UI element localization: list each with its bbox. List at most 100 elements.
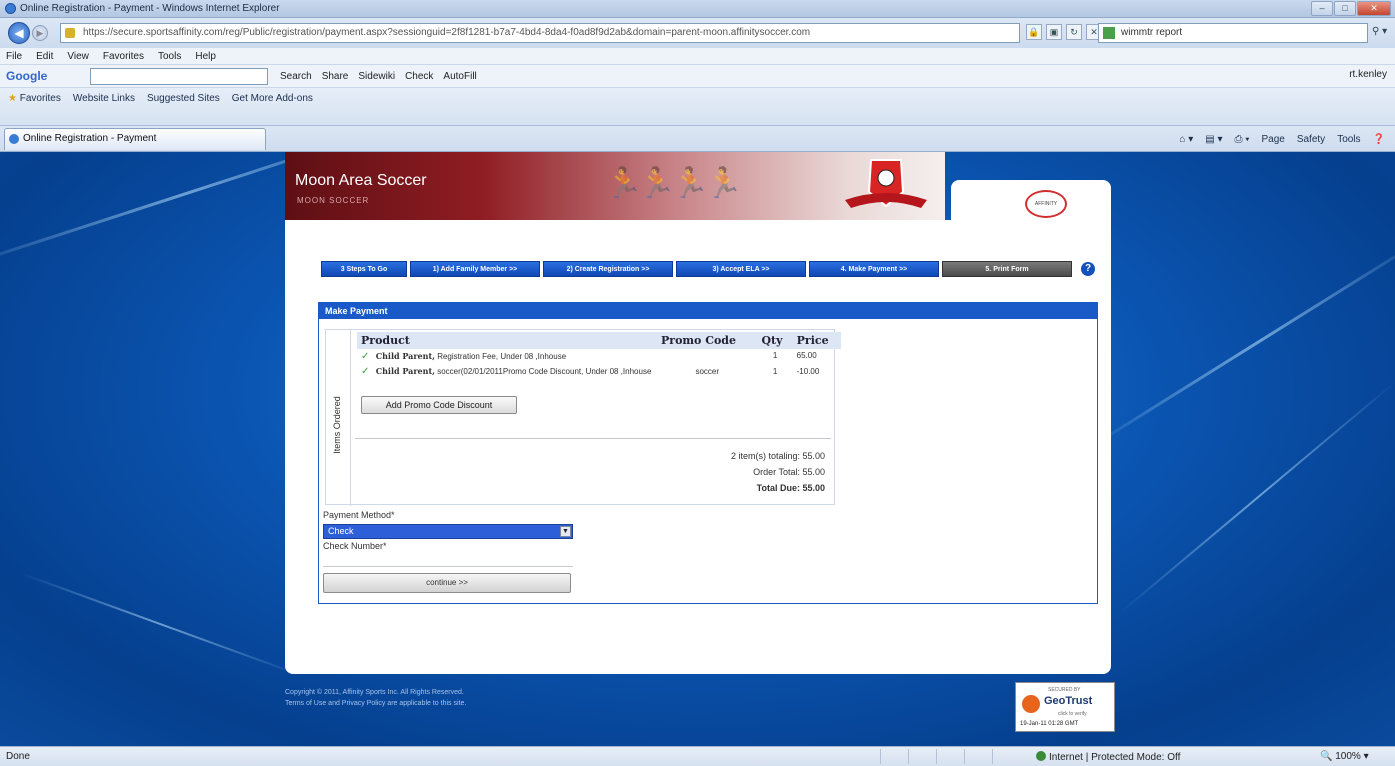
address-field[interactable]: https://secure.sportsaffinity.com/reg/Pu…: [60, 23, 1020, 43]
status-cells: [880, 749, 1020, 764]
terms-text[interactable]: Terms of Use and Privacy Policy are appl…: [285, 698, 466, 709]
feeds-icon[interactable]: ▤ ▾: [1205, 134, 1222, 145]
payment-method-select[interactable]: Check ▼: [323, 524, 573, 539]
command-bar: ⌂ ▾ ▤ ▾ ⎙ ▾ Page Safety Tools ❓: [1179, 134, 1385, 145]
product-name: Child Parent,: [375, 366, 435, 376]
search-input[interactable]: wimmtr report: [1098, 23, 1368, 43]
table-header-row: Product Promo Code Qty Price: [357, 332, 841, 349]
menu-file[interactable]: File: [6, 48, 22, 64]
google-search-button[interactable]: Search: [280, 69, 312, 84]
favorites-row: ★ Favorites Website Links Suggested Site…: [8, 92, 313, 106]
tools-menu[interactable]: Tools: [1337, 134, 1360, 145]
menu-view[interactable]: View: [67, 48, 89, 64]
close-button[interactable]: ✕: [1357, 1, 1391, 16]
items-totaling: 2 item(s) totaling: 55.00: [730, 451, 825, 461]
items-ordered-box: Items Ordered Product Promo Code Qty Pri…: [325, 329, 841, 506]
payment-method-label: Payment Method*: [323, 510, 395, 520]
price-cell: -10.00: [796, 367, 820, 376]
payment-method-value: Check: [328, 526, 354, 536]
check-icon: ✓: [361, 366, 370, 377]
lock-icon[interactable]: 🔒: [1026, 24, 1042, 40]
search-provider-icon: [1103, 27, 1115, 39]
google-share-button[interactable]: Share: [322, 69, 349, 84]
help-icon[interactable]: ?: [1081, 262, 1095, 276]
search-icon[interactable]: ⚲ ▾: [1372, 26, 1387, 37]
table-row: ✓ Child Parent, soccer(02/01/2011Promo C…: [357, 364, 841, 379]
menu-favorites[interactable]: Favorites: [103, 48, 144, 64]
window-controls: – □ ✕: [1311, 1, 1391, 16]
refresh-icon[interactable]: ↻: [1066, 24, 1082, 40]
step-add-family-member[interactable]: 1) Add Family Member >>: [410, 261, 540, 277]
maximize-button[interactable]: □: [1334, 1, 1356, 16]
order-total: Order Total: 55.00: [753, 467, 825, 477]
status-cell: [908, 749, 936, 764]
home-icon[interactable]: ⌂ ▾: [1179, 134, 1193, 145]
help-icon-chrome[interactable]: ❓: [1373, 134, 1385, 145]
table-row: ✓ Child Parent, Registration Fee, Under …: [357, 349, 841, 364]
check-number-field[interactable]: [323, 555, 573, 567]
product-desc: Registration Fee, Under 08 ,Inhouse: [437, 352, 567, 361]
menu-edit[interactable]: Edit: [36, 48, 53, 64]
google-search-input[interactable]: [90, 68, 268, 85]
google-user[interactable]: rt.kenley: [1349, 69, 1387, 80]
status-cell: [936, 749, 964, 764]
window-title: Online Registration - Payment - Windows …: [20, 3, 280, 14]
geotrust-click: click to verify: [1058, 711, 1087, 717]
zoom-level[interactable]: 🔍 100% ▾: [1320, 751, 1369, 762]
safety-menu[interactable]: Safety: [1297, 134, 1325, 145]
menu-bar: File Edit View Favorites Tools Help: [0, 48, 1395, 65]
qty-cell: 1: [772, 351, 778, 360]
bg-streak: [19, 572, 303, 677]
minimize-button[interactable]: –: [1311, 1, 1333, 16]
favorites-bar: ★ Favorites Website Links Suggested Site…: [0, 88, 1395, 126]
club-logo: [845, 159, 927, 208]
col-product: Product: [357, 332, 657, 349]
status-bar: Done Internet | Protected Mode: Off 🔍 10…: [0, 746, 1395, 766]
security-zone[interactable]: Internet | Protected Mode: Off: [1036, 751, 1180, 763]
browser-tab[interactable]: Online Registration - Payment: [4, 128, 266, 150]
google-autofill-button[interactable]: AutoFill: [443, 69, 476, 84]
geotrust-seal[interactable]: SECURED BY GeoTrust click to verify 19-J…: [1015, 682, 1115, 732]
step-accept-ela[interactable]: 3) Accept ELA >>: [676, 261, 806, 277]
address-tools: 🔒 ▣ ↻ ✕: [1026, 24, 1102, 40]
col-promo-code: Promo Code: [657, 332, 758, 349]
compat-view-icon[interactable]: ▣: [1046, 24, 1062, 40]
geotrust-secured-by: SECURED BY: [1048, 687, 1081, 693]
print-icon[interactable]: ⎙ ▾: [1234, 134, 1249, 145]
site-banner: Moon Area Soccer MOON SOCCER 🏃🏃🏃🏃: [285, 152, 945, 220]
fav-suggested-sites[interactable]: Suggested Sites: [147, 92, 220, 106]
add-promo-code-button[interactable]: Add Promo Code Discount: [361, 396, 517, 414]
col-qty: Qty: [757, 332, 793, 349]
bg-streak: [1119, 380, 1395, 614]
total-due: Total Due: 55.00: [756, 483, 825, 493]
site-title: Moon Area Soccer: [295, 172, 427, 189]
back-button[interactable]: ◀: [8, 22, 30, 44]
page-viewport: Moon Area Soccer MOON SOCCER 🏃🏃🏃🏃 AFFINI…: [0, 152, 1395, 746]
step-make-payment[interactable]: 4. Make Payment >>: [809, 261, 939, 277]
content-card: 3 Steps To Go 1) Add Family Member >> 2)…: [285, 220, 1111, 674]
fav-website-links[interactable]: Website Links: [73, 92, 135, 106]
product-cell: Child Parent, Registration Fee, Under 08…: [372, 349, 657, 364]
menu-tools[interactable]: Tools: [158, 48, 181, 64]
check-number-label: Check Number*: [323, 541, 387, 551]
google-sidewiki-button[interactable]: Sidewiki: [358, 69, 395, 84]
players-graphic: 🏃🏃🏃🏃: [605, 167, 742, 200]
step-create-registration[interactable]: 2) Create Registration >>: [543, 261, 673, 277]
chevron-down-icon[interactable]: ▼: [560, 526, 571, 537]
continue-button[interactable]: continue >>: [323, 573, 571, 593]
promo-cell: [657, 349, 757, 364]
google-check-button[interactable]: Check: [405, 69, 433, 84]
search-value: wimmtr report: [1121, 27, 1183, 38]
fav-get-more-addons[interactable]: Get More Add-ons: [232, 92, 313, 106]
step-print-form[interactable]: 5. Print Form: [942, 261, 1072, 277]
star-icon: ★: [8, 93, 17, 104]
favorites-button[interactable]: ★ Favorites: [8, 92, 61, 106]
items-ordered-label: Items Ordered: [332, 396, 342, 454]
page-menu[interactable]: Page: [1261, 134, 1284, 145]
menu-help[interactable]: Help: [195, 48, 216, 64]
product-cell: Child Parent, soccer(02/01/2011Promo Cod…: [372, 364, 657, 379]
forward-button[interactable]: ▶: [32, 25, 48, 41]
geotrust-logo-icon: [1022, 695, 1040, 713]
order-totals: 2 item(s) totaling: 55.00 Order Total: 5…: [631, 448, 825, 496]
make-payment-panel: Make Payment Items Ordered Product Promo…: [318, 302, 1098, 604]
